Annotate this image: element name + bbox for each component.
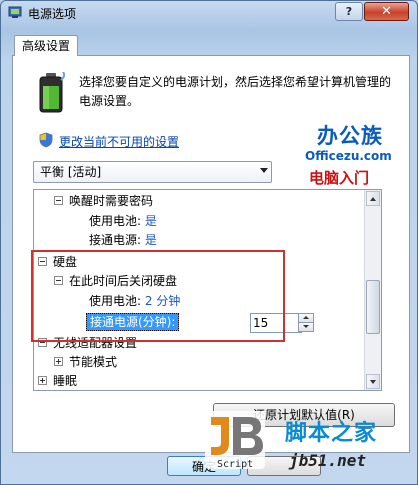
watermark-url: jb51.net bbox=[289, 451, 367, 470]
title-bar[interactable]: 电源选项 ? ✕ bbox=[1, 1, 417, 25]
scroll-down-icon[interactable] bbox=[366, 374, 380, 389]
expand-icon[interactable] bbox=[54, 357, 63, 366]
power-plan-value: 平衡 [活动] bbox=[40, 165, 102, 179]
spin-down-icon[interactable] bbox=[298, 322, 314, 332]
minutes-stepper[interactable] bbox=[298, 313, 314, 332]
help-button[interactable]: ? bbox=[335, 2, 363, 21]
tree-item-wake-on-battery[interactable]: 使用电池: 是 bbox=[89, 212, 157, 230]
power-plan-dropdown[interactable]: 平衡 [活动] bbox=[33, 161, 272, 183]
jb51-watermark: Script 脚本之家 jb51.net bbox=[197, 405, 417, 484]
collapse-icon[interactable] bbox=[54, 196, 63, 205]
scroll-thumb[interactable] bbox=[366, 280, 380, 334]
tree-item-label: 睡眠 bbox=[53, 374, 78, 388]
tree-item-wake-plugged-in[interactable]: 接通电源: 是 bbox=[89, 231, 157, 249]
watermark-script-text: Script bbox=[217, 459, 254, 470]
scroll-up-icon[interactable] bbox=[366, 191, 380, 206]
change-unavailable-settings-link[interactable]: 更改当前不可用的设置 bbox=[59, 133, 179, 150]
power-options-icon bbox=[8, 6, 22, 18]
expand-icon[interactable] bbox=[38, 376, 47, 385]
chevron-down-icon[interactable] bbox=[260, 168, 268, 173]
tab-advanced-settings[interactable]: 高级设置 bbox=[14, 35, 78, 56]
close-button[interactable]: ✕ bbox=[364, 2, 409, 21]
tree-item-wake-password[interactable]: 唤醒时需要密码 bbox=[54, 192, 153, 210]
tree-item-label: 唤醒时需要密码 bbox=[69, 194, 154, 208]
tree-item-label: 节能模式 bbox=[69, 355, 118, 369]
officezu-logo-subtitle: 电脑入门 bbox=[309, 169, 370, 187]
uac-shield-icon bbox=[39, 132, 53, 148]
setting-label: 使用电池: bbox=[89, 214, 142, 228]
tree-scrollbar[interactable] bbox=[364, 190, 381, 390]
window-title: 电源选项 bbox=[28, 7, 77, 21]
watermark-title: 脚本之家 bbox=[285, 421, 378, 446]
highlight-annotation-box bbox=[31, 250, 285, 342]
battery-icon bbox=[39, 72, 66, 113]
intro-description: 选择您要自定义的电源计划，然后选择您希望计算机管理的电源设置。 bbox=[79, 75, 392, 108]
officezu-logo-site: Officezu.com bbox=[305, 149, 392, 163]
power-options-window: 电源选项 ? ✕ 高级设置 选择您要自定义的电源计划，然后选择您希望计算机管理的… bbox=[0, 0, 418, 485]
officezu-logo-text: 办公族 bbox=[317, 124, 383, 148]
setting-value[interactable]: 是 bbox=[145, 214, 157, 228]
settings-panel: 选择您要自定义的电源计划，然后选择您希望计算机管理的电源设置。 更改当前不可用的… bbox=[12, 55, 410, 453]
tree-item-sleep[interactable]: 睡眠 bbox=[38, 372, 77, 390]
tree-item-power-saving[interactable]: 节能模式 bbox=[54, 353, 117, 371]
setting-label: 接通电源: bbox=[89, 233, 142, 247]
setting-value[interactable]: 是 bbox=[145, 233, 157, 247]
